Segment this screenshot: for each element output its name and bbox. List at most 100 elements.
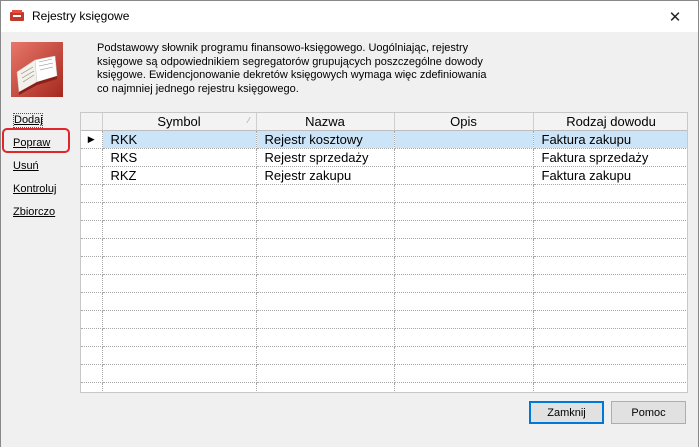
empty-cell [394,364,534,383]
empty-cell [394,202,534,221]
empty-cell [256,292,395,311]
cell-nazwa[interactable]: Rejestr kosztowy [256,130,395,149]
empty-table-row [81,382,687,392]
close-icon: ✕ [668,8,682,26]
empty-table-row [81,256,687,275]
empty-cell [102,220,257,239]
sidebar-item-popraw[interactable]: Popraw [13,136,73,159]
column-header-nazwa[interactable]: Nazwa [256,113,395,131]
empty-cell [102,292,257,311]
sidebar-item-usun[interactable]: Usuń [13,159,73,182]
cell-nazwa[interactable]: Rejestr zakupu [256,166,395,185]
app-logo-icon [10,10,24,21]
registers-table: Symbol ⁄ Nazwa Opis Rodzaj dowodu ▶ RKK … [81,113,687,392]
empty-cell [102,256,257,275]
empty-cell [256,328,395,347]
empty-cell [394,184,534,203]
sidebar-item-zbiorczo[interactable]: Zbiorczo [13,205,73,228]
registers-grid[interactable]: Symbol ⁄ Nazwa Opis Rodzaj dowodu ▶ RKK … [80,112,688,393]
empty-cell [102,310,257,329]
empty-cell [102,184,257,203]
empty-cell [533,202,687,221]
column-header-symbol[interactable]: Symbol ⁄ [102,113,257,131]
empty-cell [102,346,257,365]
empty-table-row [81,202,687,221]
sidebar-actions: Dodaj Popraw Usuń Kontroluj Zbiorczo [13,113,73,228]
table-row[interactable]: RKS Rejestr sprzedaży Faktura sprzedaży [81,148,687,167]
cell-opis[interactable] [394,166,534,185]
empty-cell [533,220,687,239]
column-header-label: Rodzaj dowodu [566,113,656,129]
empty-cell [533,184,687,203]
empty-cell [256,310,395,329]
empty-table-row [81,220,687,239]
empty-cell [533,346,687,365]
empty-cell [533,292,687,311]
sidebar-item-kontroluj[interactable]: Kontroluj [13,182,73,205]
description-text: Podstawowy słownik programu finansowo-ks… [97,42,497,96]
empty-cell [102,238,257,257]
window-title: Rejestry księgowe [32,9,130,23]
empty-table-row [81,310,687,329]
empty-cell [102,382,257,392]
empty-table-row [81,346,687,365]
description-line: Podstawowy słownik programu finansowo-ks… [97,42,469,54]
empty-cell [533,274,687,293]
row-indicator-cell [81,166,103,185]
empty-cell [81,256,103,275]
empty-cell [394,328,534,347]
close-button[interactable]: Zamknij [529,401,604,424]
empty-cell [394,310,534,329]
empty-cell [81,292,103,311]
empty-cell [533,328,687,347]
row-indicator-cell [81,148,103,167]
titlebar: Rejestry księgowe ✕ [1,1,698,32]
empty-cell [81,346,103,365]
cell-symbol[interactable]: RKK [102,130,257,149]
client-area: Podstawowy słownik programu finansowo-ks… [1,32,698,447]
empty-cell [533,310,687,329]
close-window-button[interactable]: ✕ [652,1,698,32]
cell-opis[interactable] [394,148,534,167]
help-button[interactable]: Pomoc [611,401,686,424]
empty-cell [394,256,534,275]
column-header-opis[interactable]: Opis [394,113,534,131]
empty-cell [81,328,103,347]
empty-cell [394,220,534,239]
description-line: księgowe są odpowiednikiem segregatorów … [97,55,483,68]
empty-cell [102,202,257,221]
cell-symbol[interactable]: RKS [102,148,257,167]
empty-cell [102,274,257,293]
cell-symbol[interactable]: RKZ [102,166,257,185]
cell-opis[interactable] [394,130,534,149]
empty-cell [102,364,257,383]
table-row[interactable]: RKZ Rejestr zakupu Faktura zakupu [81,166,687,185]
empty-cell [533,382,687,392]
empty-cell [394,382,534,392]
empty-table-row [81,238,687,257]
sidebar-item-dodaj[interactable]: Dodaj [13,113,43,128]
description-line: co najmniej jednego rejestru księgowego. [97,82,299,95]
empty-cell [81,202,103,221]
empty-cell [102,328,257,347]
empty-table-row [81,184,687,203]
empty-cell [256,202,395,221]
description-line: księgowe. Ewidencjonowanie dekretów księ… [97,69,487,81]
empty-cell [394,238,534,257]
cell-nazwa[interactable]: Rejestr sprzedaży [256,148,395,167]
empty-cell [533,256,687,275]
empty-cell [81,364,103,383]
empty-cell [81,184,103,203]
empty-cell [256,256,395,275]
column-header-rodzaj[interactable]: Rodzaj dowodu [533,113,687,131]
cell-rodzaj[interactable]: Faktura zakupu [533,166,687,185]
window: Rejestry księgowe ✕ Podstawowy słownik p… [0,0,699,447]
empty-cell [256,184,395,203]
empty-cell [256,364,395,383]
table-row[interactable]: ▶ RKK Rejestr kosztowy Faktura zakupu [81,130,687,149]
column-header-label: Nazwa [305,113,345,129]
empty-cell [256,382,395,392]
cell-rodzaj[interactable]: Faktura sprzedaży [533,148,687,167]
cell-rodzaj[interactable]: Faktura zakupu [533,130,687,149]
current-row-indicator-icon: ▶ [81,130,103,149]
